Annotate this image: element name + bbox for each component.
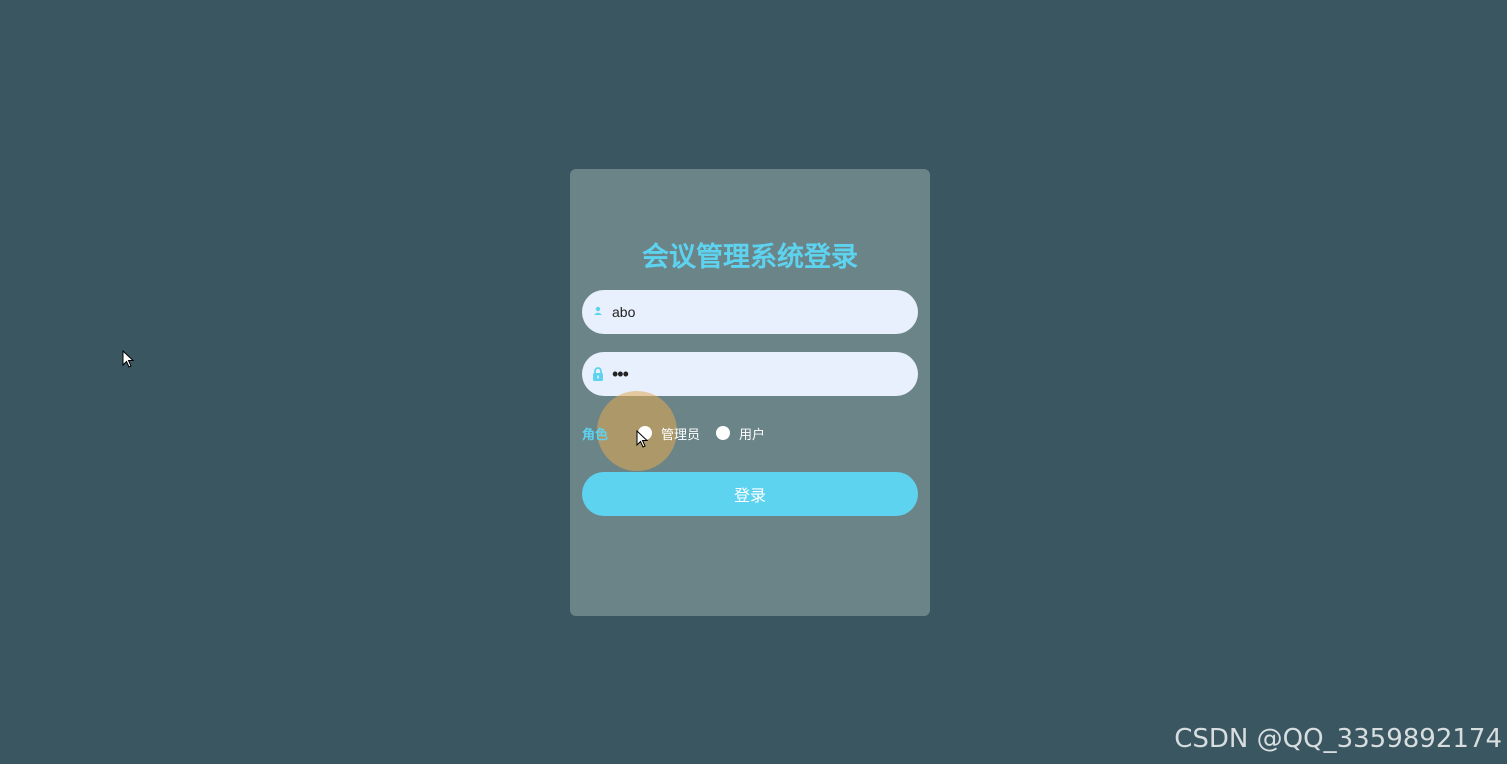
role-label: 角色 bbox=[582, 428, 609, 443]
username-input[interactable] bbox=[612, 290, 908, 334]
password-field[interactable] bbox=[582, 352, 918, 396]
role-user-radio[interactable] bbox=[716, 426, 730, 440]
page-title: 会议管理系统登录 bbox=[642, 242, 858, 273]
mouse-cursor-icon bbox=[636, 430, 648, 448]
password-input[interactable] bbox=[612, 352, 908, 396]
mouse-cursor-icon bbox=[122, 350, 134, 368]
watermark: CSDN @QQ_3359892174 bbox=[1174, 724, 1502, 754]
page: 会议管理系统登录 角色 管理 bbox=[0, 0, 1507, 764]
login-card: 会议管理系统登录 角色 管理 bbox=[570, 169, 930, 616]
username-field[interactable] bbox=[582, 290, 918, 334]
role-selector: 角色 管理员 用户 bbox=[582, 421, 918, 445]
login-button[interactable]: 登录 bbox=[582, 472, 918, 516]
role-admin-label[interactable]: 管理员 bbox=[661, 424, 700, 443]
lock-icon bbox=[591, 366, 605, 382]
user-icon bbox=[591, 304, 605, 320]
role-user-label[interactable]: 用户 bbox=[739, 424, 765, 443]
